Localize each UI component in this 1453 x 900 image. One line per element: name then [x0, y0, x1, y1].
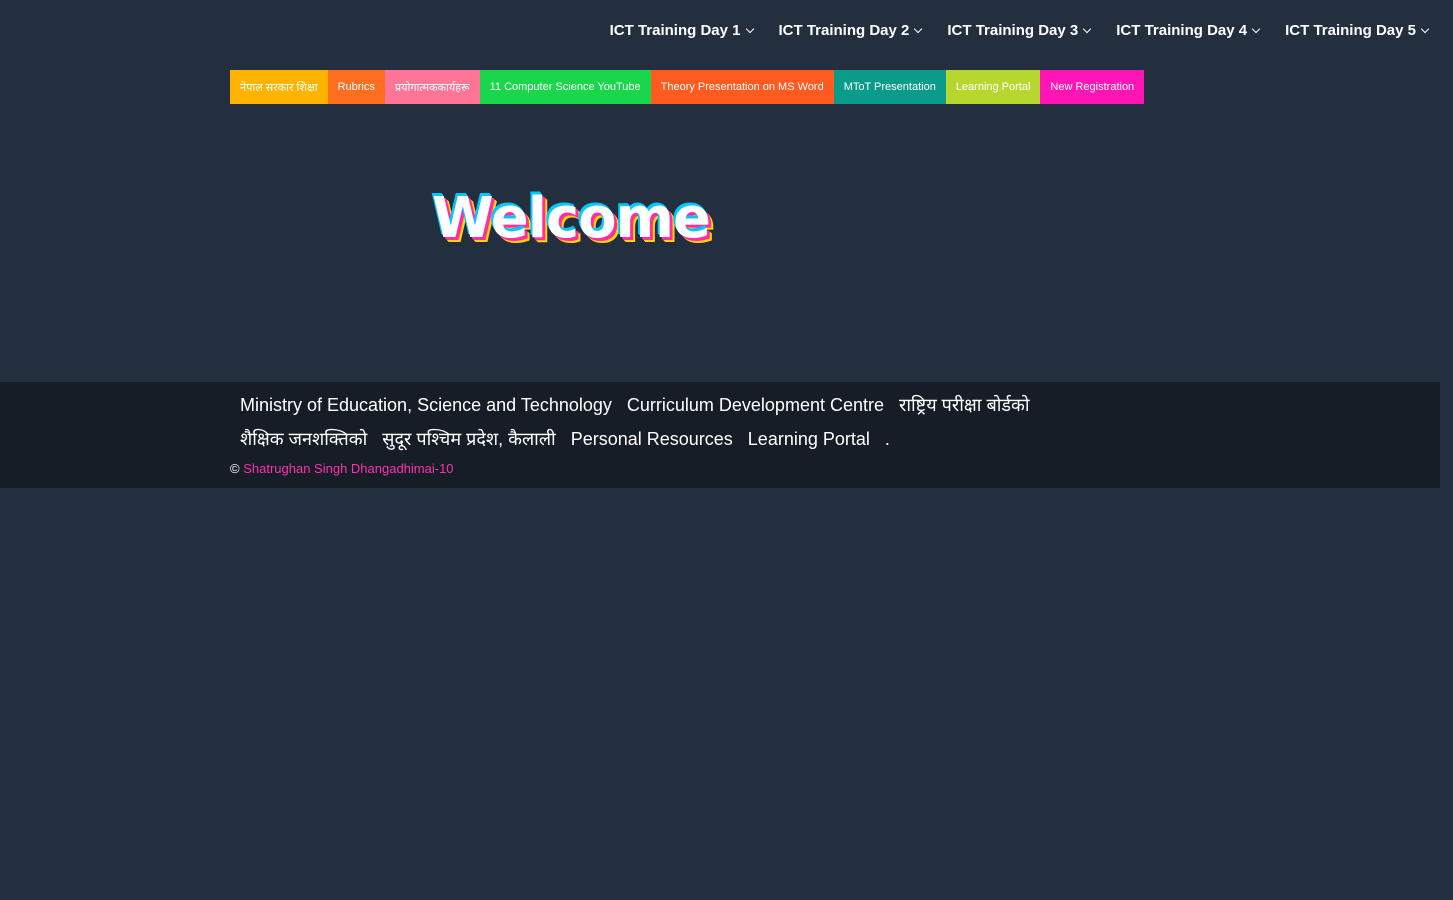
quick-link-learning-portal[interactable]: Learning Portal [945, 70, 1041, 104]
copyright-symbol: © [230, 461, 240, 476]
quick-link-rubrics[interactable]: Rubrics [327, 70, 385, 104]
nav-item-ict-day-1[interactable]: ICT Training Day 1 [609, 22, 754, 39]
quick-link-new-registration[interactable]: New Registration [1040, 70, 1145, 104]
chevron-down-icon [1083, 24, 1092, 33]
nav-item-label: ICT Training Day 4 [1116, 22, 1248, 39]
footer-link-sudurpashchim-kailali[interactable]: सुदूर पश्चिम प्रदेश, कैलाली [382, 426, 555, 452]
nav-item-ict-day-2[interactable]: ICT Training Day 2 [778, 22, 923, 39]
footer-links: Ministry of Education, Science and Techn… [240, 392, 1180, 452]
quick-link-nepal-sarkar[interactable]: नेपाल सरकार शिक्षा [230, 70, 328, 104]
chevron-down-icon [1420, 24, 1430, 33]
nav-item-ict-day-3[interactable]: ICT Training Day 3 [947, 22, 1092, 39]
quick-link-mtot-presentation[interactable]: MToT Presentation [833, 70, 946, 104]
chevron-down-icon [914, 24, 923, 33]
chevron-down-icon [1251, 24, 1261, 33]
nav-item-label: ICT Training Day 1 [609, 22, 741, 39]
footer: Ministry of Education, Science and Techn… [0, 382, 1440, 488]
footer-link-curriculum-development-centre[interactable]: Curriculum Development Centre [627, 392, 884, 418]
quick-links-bar: नेपाल सरकार शिक्षा Rubrics प्रयोगात्मकका… [230, 70, 1145, 104]
footer-link-dot[interactable]: . [885, 426, 890, 452]
quick-link-computer-science-youtube[interactable]: 11 Computer Science YouTube [479, 70, 651, 104]
nav-item-label: ICT Training Day 5 [1285, 22, 1416, 39]
top-navigation: ICT Training Day 1 ICT Training Day 2 IC… [584, 22, 1430, 39]
quick-link-practical-works[interactable]: प्रयोगात्मककार्यहरू [384, 70, 480, 104]
scrollbar[interactable] [1440, 0, 1453, 900]
footer-link-ministry-of-education[interactable]: Ministry of Education, Science and Techn… [240, 392, 612, 418]
footer-link-personal-resources[interactable]: Personal Resources [571, 426, 733, 452]
author-link[interactable]: Shatrughan Singh Dhangadhimai-10 [243, 461, 453, 476]
page: ICT Training Day 1 ICT Training Day 2 IC… [0, 0, 1453, 900]
footer-link-national-examination-board[interactable]: राष्ट्रिय परीक्षा बोर्डको [899, 392, 1030, 418]
welcome-banner: Welcome [432, 186, 711, 251]
footer-link-educational-manpower[interactable]: शैक्षिक जनशक्तिको [240, 426, 367, 452]
quick-link-theory-presentation[interactable]: Theory Presentation on MS Word [650, 70, 834, 104]
nav-item-ict-day-5[interactable]: ICT Training Day 5 [1285, 22, 1430, 39]
nav-item-label: ICT Training Day 2 [778, 22, 910, 39]
footer-link-learning-portal[interactable]: Learning Portal [748, 426, 870, 452]
nav-item-label: ICT Training Day 3 [947, 22, 1079, 39]
copyright: © Shatrughan Singh Dhangadhimai-10 [230, 461, 454, 476]
chevron-down-icon [745, 24, 754, 33]
nav-item-ict-day-4[interactable]: ICT Training Day 4 [1116, 22, 1261, 39]
